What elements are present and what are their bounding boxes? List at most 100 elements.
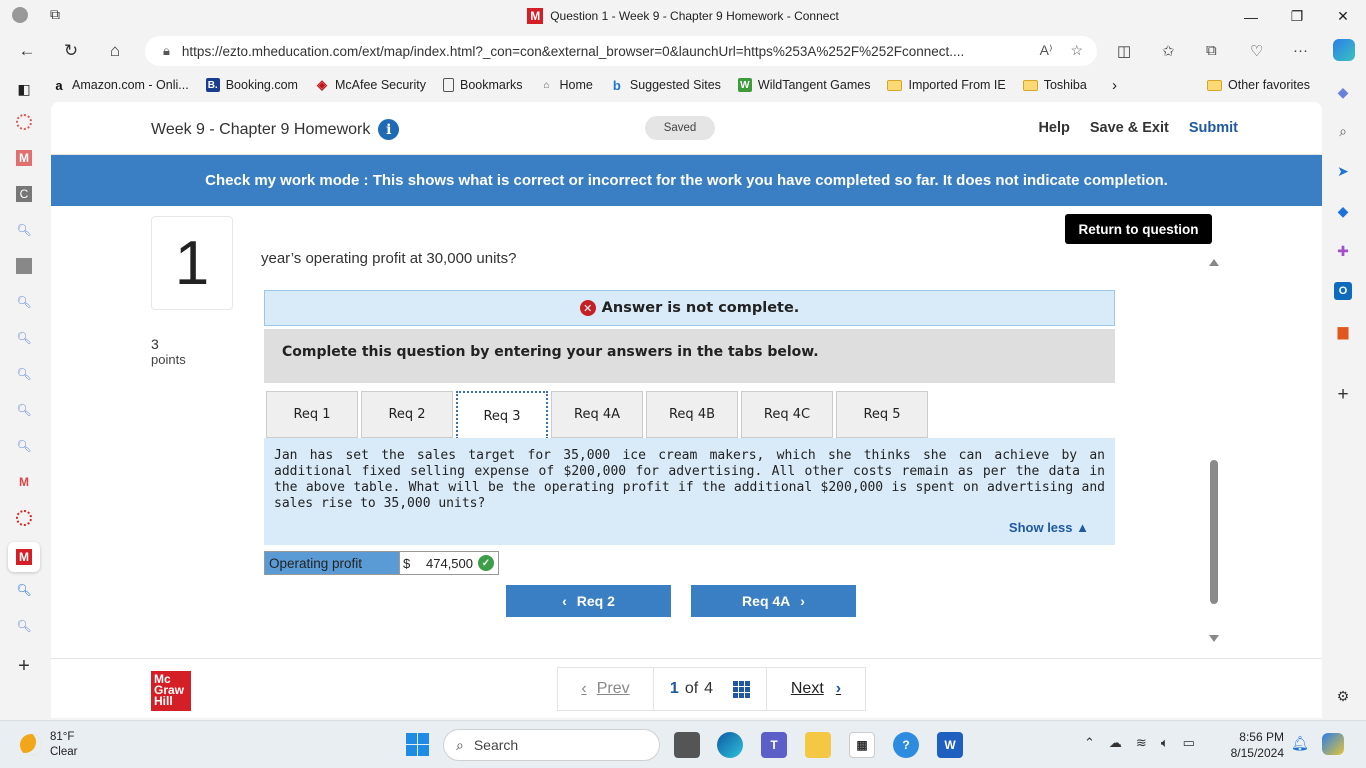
favorite-wildtangent[interactable]: W WildTangent Games [737, 78, 870, 92]
tab-actions-icon[interactable]: ◧ [16, 81, 32, 97]
search-tab-icon[interactable]: 🔍︎ [16, 330, 32, 346]
refresh-icon[interactable]: ↻ [58, 39, 84, 63]
prev-req-button[interactable]: ‹ Req 2 [506, 585, 671, 617]
tab-req-5[interactable]: Req 5 [836, 391, 928, 438]
copilot-icon[interactable] [1333, 39, 1355, 61]
loading-tab-icon[interactable] [16, 114, 32, 130]
favorite-star-icon[interactable]: ☆ [1070, 42, 1083, 59]
browser-essentials-icon[interactable]: ♡ [1250, 42, 1263, 60]
favorites-icon[interactable]: ✩ [1162, 42, 1175, 60]
help-icon[interactable]: ? [893, 732, 919, 758]
more-menu-icon[interactable]: ··· [1293, 42, 1308, 59]
folder-icon [1207, 79, 1222, 91]
search-tab-icon[interactable]: 🔍︎ [16, 402, 32, 418]
tab-req-4b[interactable]: Req 4B [646, 391, 738, 438]
gmail-icon[interactable]: M [16, 474, 32, 490]
favorite-bookmarks[interactable]: Bookmarks [442, 78, 523, 92]
weather-widget[interactable]: 81°F Clear [20, 730, 77, 760]
settings-gear-icon[interactable]: ⚙ [1334, 687, 1352, 705]
favorite-mcafee[interactable]: ◈ McAfee Security [315, 77, 426, 92]
mcgraw-tab-icon[interactable]: M [16, 150, 32, 166]
instruction-box: Complete this question by entering your … [264, 329, 1115, 383]
scrollbar[interactable] [1208, 257, 1220, 647]
collections-icon[interactable]: ⧉ [1206, 42, 1217, 59]
active-tab-mcgraw[interactable]: M [8, 542, 40, 572]
edge-icon[interactable] [717, 732, 743, 758]
image-tab-icon[interactable] [16, 258, 32, 274]
shopping-tag-icon[interactable]: ◆ [1334, 202, 1352, 220]
return-to-question-button[interactable]: Return to question [1065, 214, 1212, 244]
search-tab-icon[interactable]: 🔍︎ [16, 618, 32, 634]
wifi-icon[interactable]: ≋ [1136, 735, 1147, 751]
favorite-amazon[interactable]: a Amazon.com - Onli... [52, 78, 188, 93]
operating-profit-input[interactable]: $ 474,500 ✓ [399, 552, 498, 574]
tab-req-2[interactable]: Req 2 [361, 391, 453, 438]
volume-icon[interactable]: 🔈︎ [1161, 735, 1169, 751]
battery-icon[interactable]: ▭ [1183, 735, 1195, 751]
taskbar-search[interactable]: ⌕ Search [443, 729, 660, 761]
tab-req-4c[interactable]: Req 4C [741, 391, 833, 438]
send-icon[interactable]: ➤ [1334, 162, 1352, 180]
chevron-right-icon: › [835, 680, 842, 697]
search-tab-icon[interactable]: 🔍︎ [16, 366, 32, 382]
store-icon[interactable]: ▦ [849, 732, 875, 758]
favorite-home[interactable]: ⌂ Home [540, 78, 592, 92]
save-exit-link[interactable]: Save & Exit [1090, 120, 1169, 136]
search-tab-icon[interactable]: 🔍︎ [16, 294, 32, 310]
requirement-text: Jan has set the sales target for 35,000 … [274, 448, 1105, 511]
copilot-sidebar-icon[interactable]: ◆ [1334, 83, 1352, 101]
help-link[interactable]: Help [1038, 120, 1069, 136]
clock[interactable]: 8:56 PM 8/15/2024 [1222, 729, 1284, 761]
notification-bell-icon[interactable]: 🔔︎ [1291, 735, 1309, 752]
grid-view-icon[interactable] [733, 680, 751, 698]
chevron-right-icon[interactable]: › [1112, 77, 1117, 94]
scroll-thumb[interactable] [1210, 460, 1218, 604]
copilot-taskbar-icon[interactable] [1322, 733, 1344, 755]
scroll-up-icon[interactable] [1209, 259, 1219, 266]
word-icon[interactable]: W [937, 732, 963, 758]
url-bar[interactable]: 🔒︎ https://ezto.mheducation.com/ext/map/… [145, 36, 1097, 66]
tab-req-4a[interactable]: Req 4A [551, 391, 643, 438]
web-page: Week 9 - Chapter 9 Homework i Saved Help… [51, 102, 1322, 718]
scroll-down-icon[interactable] [1209, 635, 1219, 642]
restore-button[interactable]: ❐ [1274, 0, 1320, 33]
split-screen-icon[interactable]: ◫ [1117, 42, 1131, 60]
task-view-icon[interactable] [674, 732, 700, 758]
home-icon[interactable]: ⌂ [102, 39, 128, 63]
tab-req-3[interactable]: Req 3 [456, 391, 548, 439]
show-less-link[interactable]: Show less ▲ [1009, 520, 1089, 536]
add-sidebar-icon[interactable]: + [1334, 384, 1352, 405]
submit-link[interactable]: Submit [1189, 120, 1238, 136]
back-icon[interactable]: ← [14, 39, 40, 63]
search-tab-icon[interactable]: 🔍︎ [16, 582, 32, 598]
outlook-icon[interactable]: O [1334, 282, 1352, 300]
favorite-booking[interactable]: B. Booking.com [205, 78, 298, 92]
favorite-imported-from-ie[interactable]: Imported From IE [887, 78, 1006, 92]
windows-start-icon[interactable] [406, 733, 429, 756]
loading-tab-icon[interactable] [16, 510, 32, 526]
info-icon[interactable]: i [378, 119, 400, 140]
search-icon[interactable]: ⌕ [1334, 122, 1352, 140]
next-req-button[interactable]: Req 4A › [691, 585, 856, 617]
prev-question-button[interactable]: ‹ Prev [558, 668, 654, 710]
file-explorer-icon[interactable] [805, 732, 831, 758]
favorite-suggested-sites[interactable]: b Suggested Sites [610, 78, 721, 93]
tools-icon[interactable]: ▆ [1334, 322, 1352, 340]
new-tab-icon[interactable]: + [16, 655, 32, 677]
chevron-up-icon[interactable]: ⌃ [1084, 735, 1095, 751]
favorite-toshiba[interactable]: Toshiba [1022, 78, 1087, 92]
answer-value: 474,500 [426, 555, 473, 571]
read-aloud-icon[interactable]: A⁾ [1040, 42, 1053, 59]
minimize-button[interactable]: — [1228, 0, 1274, 33]
search-tab-icon[interactable]: 🔍︎ [16, 438, 32, 454]
close-button[interactable]: ✕ [1320, 0, 1366, 33]
tab-req-1[interactable]: Req 1 [266, 391, 358, 438]
other-favorites[interactable]: Other favorites [1207, 78, 1310, 92]
games-icon[interactable]: ✚ [1334, 242, 1352, 260]
onedrive-icon[interactable]: ☁ [1109, 735, 1122, 751]
search-tab-icon[interactable]: 🔍︎ [16, 222, 32, 238]
next-question-button[interactable]: Next › [767, 680, 865, 698]
connect-tab-icon[interactable]: C [16, 186, 32, 202]
teams-icon[interactable]: T [761, 732, 787, 758]
answer-row: Operating profit $ 474,500 ✓ [264, 551, 499, 575]
